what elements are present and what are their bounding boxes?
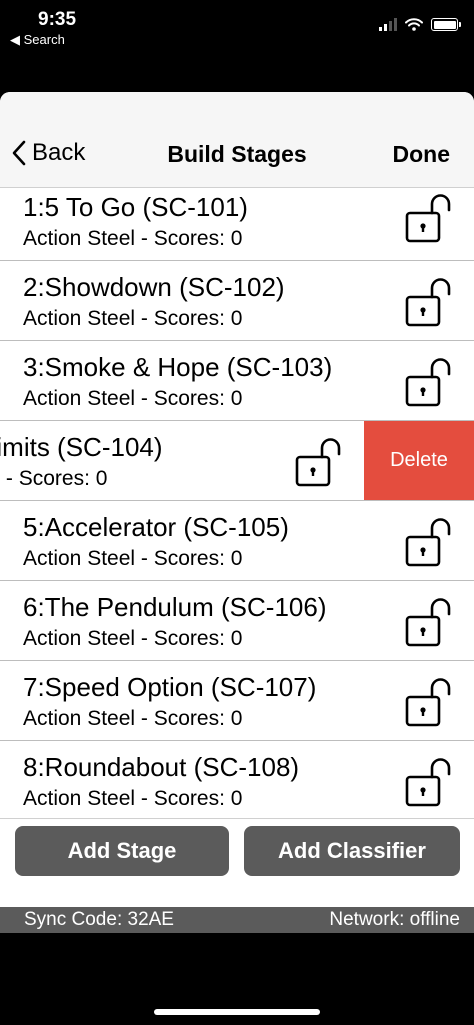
wifi-icon (405, 18, 423, 31)
cellular-signal-icon (379, 18, 397, 31)
stage-row-swiped[interactable]: 4:Outer Limits (SC-104) Action Steel - S… (0, 421, 474, 501)
stage-row[interactable]: 8:Roundabout (SC-108) Action Steel - Sco… (0, 741, 474, 817)
status-icons (379, 18, 461, 31)
back-to-search-link[interactable]: ◀ Search (10, 32, 65, 48)
battery-icon (431, 18, 461, 31)
stage-title: 7:Speed Option (SC-107) (23, 672, 317, 702)
sync-code-label: Sync Code: 32AE (24, 909, 174, 930)
stage-title: 5:Accelerator (SC-105) (23, 512, 289, 542)
stage-row[interactable]: 3:Smoke & Hope (SC-103) Action Steel - S… (0, 341, 474, 421)
stage-title: 6:The Pendulum (SC-106) (23, 592, 327, 622)
unlocked-padlock-icon[interactable] (404, 515, 452, 569)
unlocked-padlock-icon[interactable] (404, 675, 452, 729)
stage-title: 3:Smoke & Hope (SC-103) (23, 352, 333, 382)
unlocked-padlock-icon[interactable] (294, 435, 342, 489)
stage-subtitle: Action Steel - Scores: 0 (23, 627, 243, 650)
stage-title: 1:5 To Go (SC-101) (23, 192, 248, 222)
stage-subtitle: Action Steel - Scores: 0 (23, 787, 243, 810)
stage-row[interactable]: 6:The Pendulum (SC-106) Action Steel - S… (0, 581, 474, 661)
status-time: 9:35 (38, 9, 77, 30)
stage-row[interactable]: 7:Speed Option (SC-107) Action Steel - S… (0, 661, 474, 741)
stage-subtitle: Action Steel - Scores: 0 (23, 307, 243, 330)
network-status-label: Network: offline (329, 909, 460, 930)
unlocked-padlock-icon[interactable] (404, 355, 452, 409)
stage-title: 8:Roundabout (SC-108) (23, 752, 300, 782)
stage-row[interactable]: 1:5 To Go (SC-101) Action Steel - Scores… (0, 188, 474, 261)
bottom-toolbar: Add Stage Add Classifier (0, 818, 474, 907)
stage-subtitle: Action Steel - Scores: 0 (23, 227, 243, 250)
status-bar: 9:35 ◀ Search (0, 0, 474, 60)
stage-title: 2:Showdown (SC-102) (23, 272, 285, 302)
stage-row[interactable]: 5:Accelerator (SC-105) Action Steel - Sc… (0, 501, 474, 581)
stage-subtitle: Action Steel - Scores: 0 (23, 387, 243, 410)
navigation-bar: Back Build Stages Done (0, 92, 474, 188)
done-button[interactable]: Done (393, 141, 451, 168)
stage-row[interactable]: 2:Showdown (SC-102) Action Steel - Score… (0, 261, 474, 341)
stage-subtitle: Action Steel - Scores: 0 (0, 467, 108, 490)
build-stages-sheet: Back Build Stages Done 1:5 To Go (SC-101… (0, 92, 474, 933)
stage-subtitle: Action Steel - Scores: 0 (23, 547, 243, 570)
stage-title: 4:Outer Limits (SC-104) (0, 432, 163, 462)
stage-list: 1:5 To Go (SC-101) Action Steel - Scores… (0, 188, 474, 817)
unlocked-padlock-icon[interactable] (404, 595, 452, 649)
home-indicator[interactable] (154, 1009, 320, 1015)
unlocked-padlock-icon[interactable] (404, 275, 452, 329)
add-classifier-button[interactable]: Add Classifier (244, 826, 460, 876)
sync-status-bar: Sync Code: 32AE Network: offline (0, 907, 474, 933)
unlocked-padlock-icon[interactable] (404, 191, 452, 245)
delete-button[interactable]: Delete (364, 421, 474, 500)
add-stage-button[interactable]: Add Stage (15, 826, 229, 876)
unlocked-padlock-icon[interactable] (404, 755, 452, 809)
stage-subtitle: Action Steel - Scores: 0 (23, 707, 243, 730)
